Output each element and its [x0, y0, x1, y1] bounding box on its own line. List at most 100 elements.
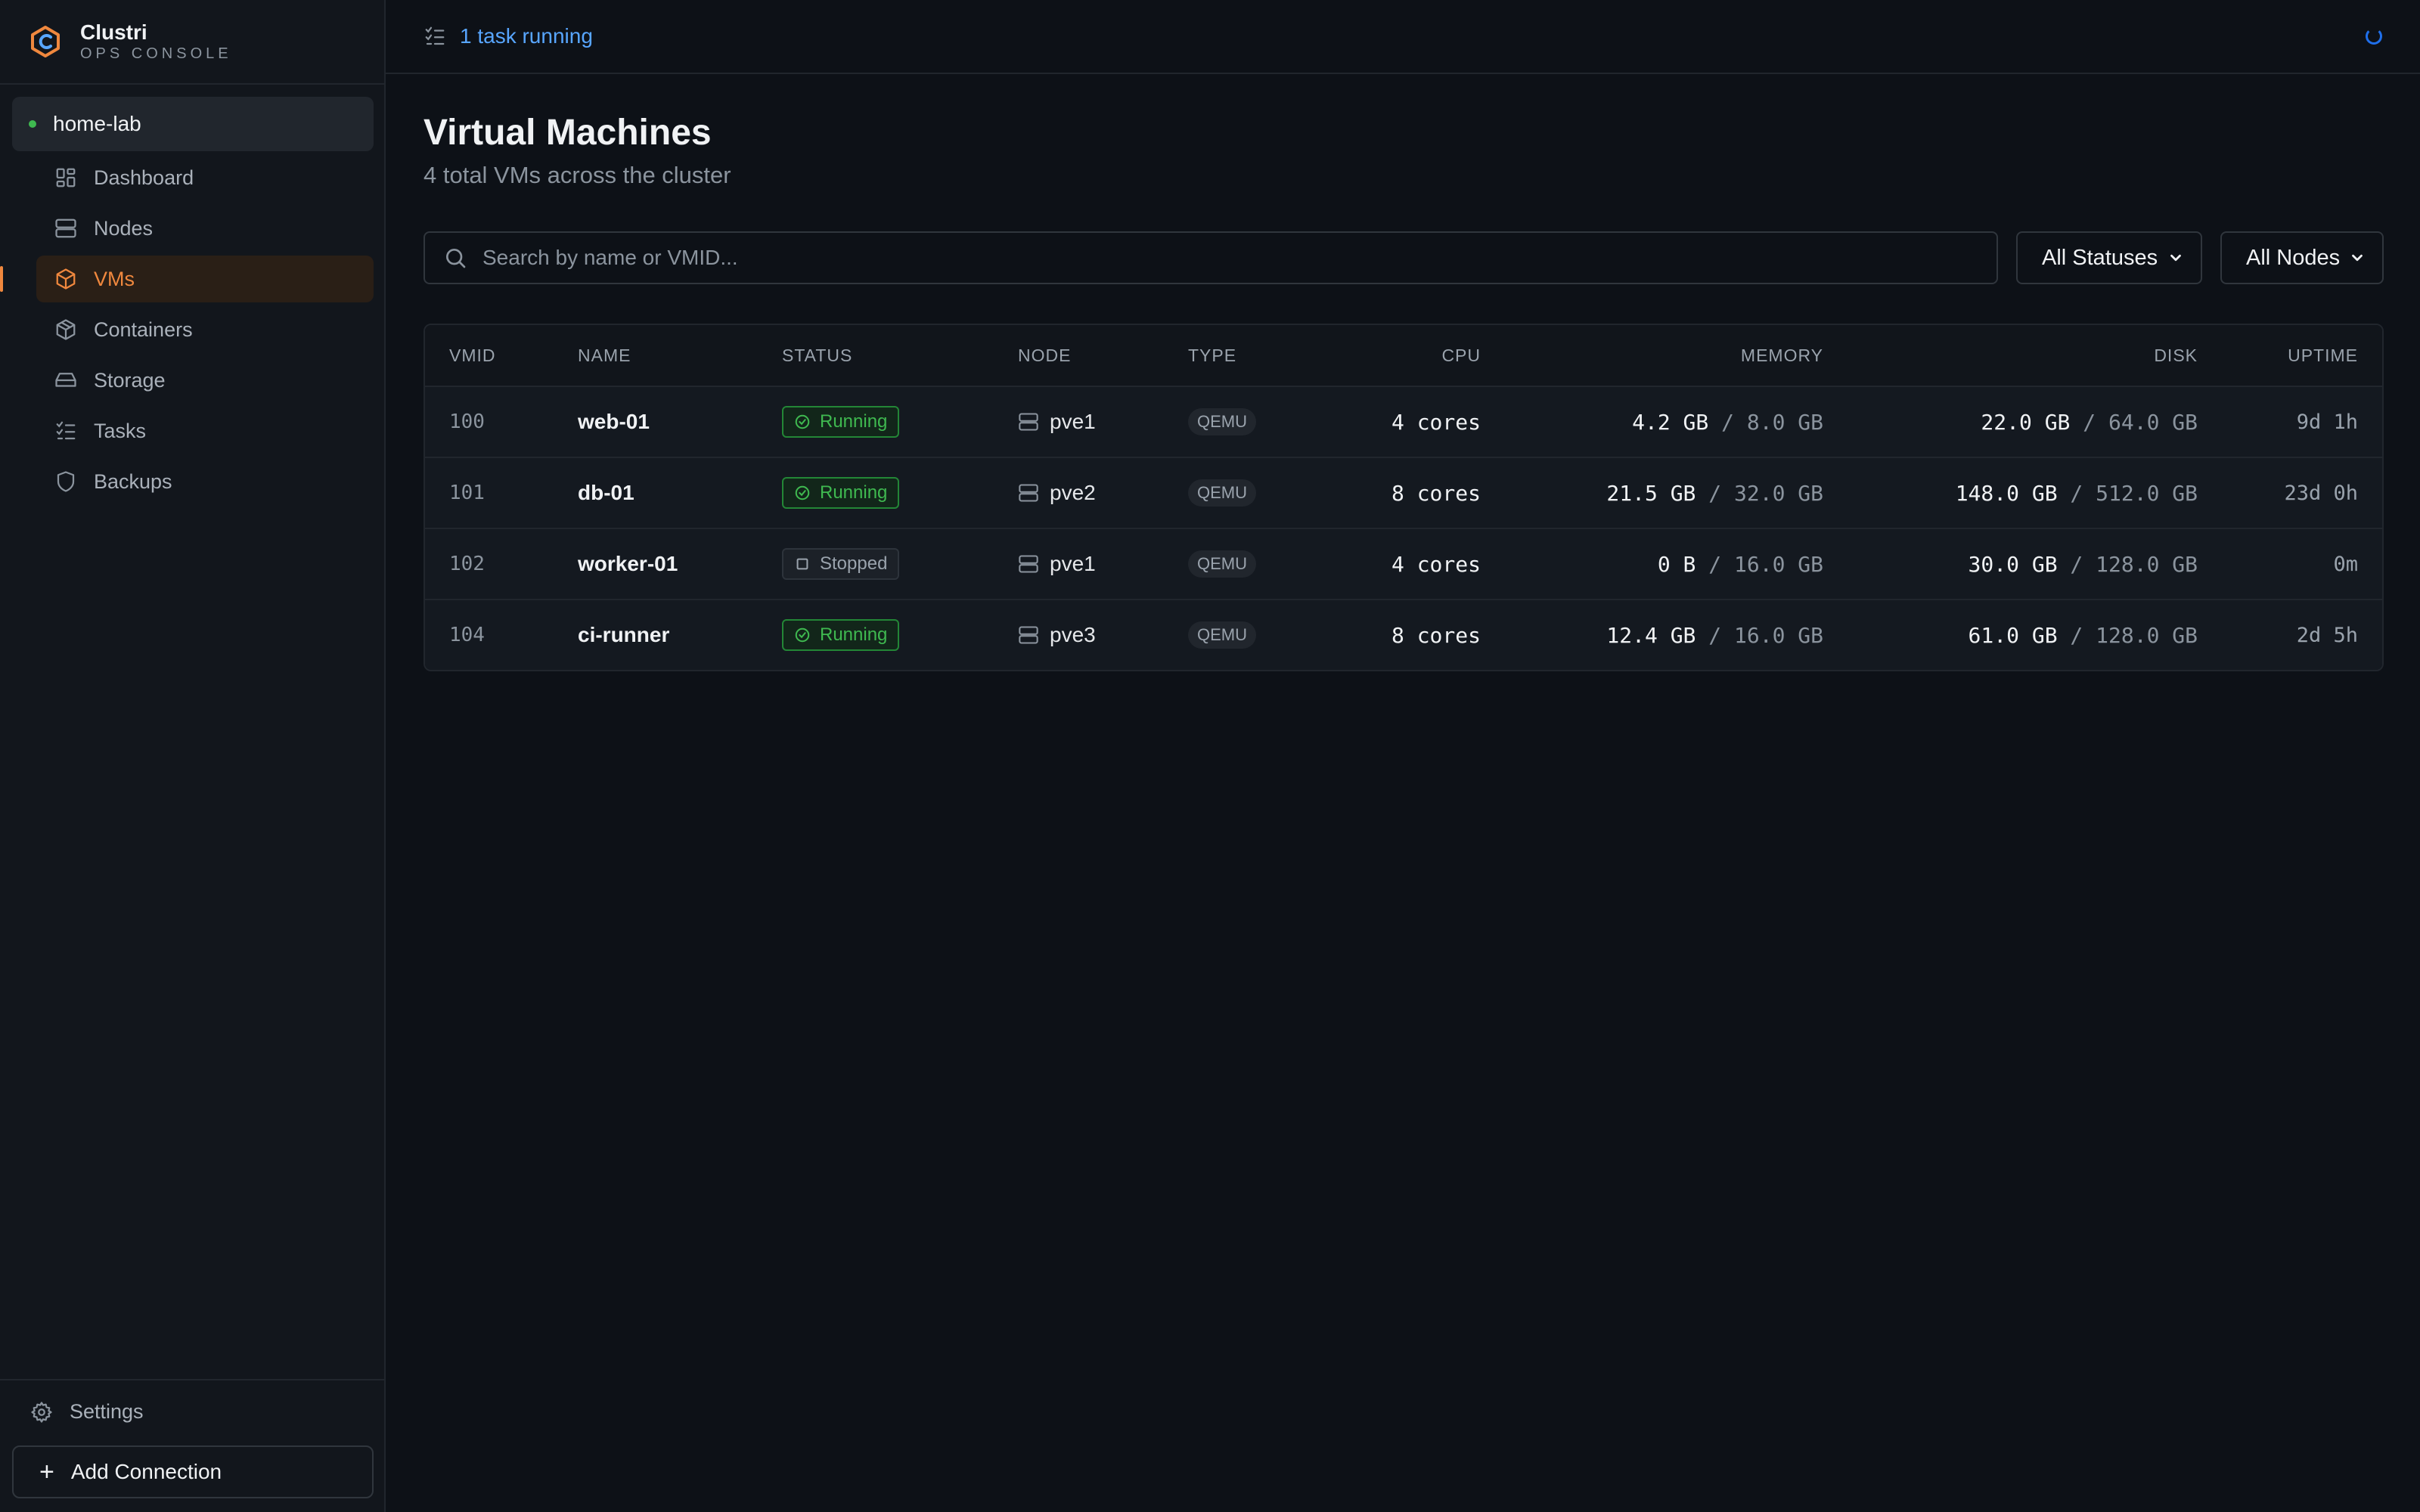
- column-header-type[interactable]: TYPE: [1188, 325, 1236, 386]
- running-tasks-label: 1 task running: [460, 24, 593, 48]
- vm-name-cell[interactable]: web-01: [578, 387, 650, 457]
- add-connection-button[interactable]: + Add Connection: [12, 1445, 374, 1498]
- disk-used: 148.0 GB: [1955, 480, 2058, 506]
- column-header-cpu[interactable]: CPU: [1317, 325, 1481, 386]
- column-header-status[interactable]: STATUS: [782, 325, 852, 386]
- column-header-disk[interactable]: DISK: [1907, 325, 2198, 386]
- memory-total: / 16.0 GB: [1708, 622, 1823, 648]
- status-label: Stopped: [820, 553, 888, 574]
- disk-cell: 148.0 GB / 512.0 GB: [1907, 458, 2198, 528]
- sidebar-item-label: Storage: [94, 368, 166, 392]
- column-header-vmid[interactable]: VMID: [449, 325, 496, 386]
- sidebar: Clustri OPS CONSOLE home-lab Dashboard N…: [0, 0, 386, 1512]
- list-checks-icon: [56, 421, 76, 440]
- sidebar-item-dashboard[interactable]: Dashboard: [36, 154, 374, 201]
- connection-status-dot: [29, 120, 36, 128]
- vm-table: VMID NAME STATUS NODE TYPE CPU MEMORY DI…: [424, 324, 2384, 671]
- vm-name-cell[interactable]: ci-runner: [578, 600, 669, 670]
- status-filter-value: All Statuses: [2042, 245, 2158, 270]
- uptime-cell: 2d 5h: [2296, 623, 2358, 647]
- memory-cell: 12.4 GB / 16.0 GB: [1559, 600, 1823, 670]
- search-input[interactable]: [482, 246, 1996, 270]
- clustri-logo: [31, 26, 60, 57]
- disk-used: 61.0 GB: [1968, 622, 2058, 648]
- type-badge: QEMU: [1188, 479, 1256, 507]
- uptime-cell: 9d 1h: [2296, 410, 2358, 434]
- shield-icon: [57, 471, 75, 492]
- table-row[interactable]: 104 ci-runner Running pve3 QEMU 8 cores …: [425, 599, 2382, 670]
- hard-drive-icon: [55, 373, 76, 387]
- connection-selector[interactable]: home-lab: [12, 97, 374, 151]
- vmid-cell: 104: [449, 624, 485, 646]
- status-cell: Running: [782, 387, 900, 457]
- disk-cell: 61.0 GB / 128.0 GB: [1907, 600, 2198, 670]
- vm-name-cell[interactable]: db-01: [578, 458, 634, 528]
- table-header-row: VMID NAME STATUS NODE TYPE CPU MEMORY DI…: [425, 325, 2382, 386]
- status-cell: Stopped: [782, 529, 900, 599]
- sidebar-item-backups[interactable]: Backups: [36, 458, 374, 505]
- memory-used: 21.5 GB: [1606, 480, 1696, 506]
- type-cell: QEMU: [1188, 529, 1256, 599]
- page-title: Virtual Machines: [424, 113, 712, 153]
- table-row[interactable]: 101 db-01 Running pve2 QEMU 8 cores 21.5…: [425, 457, 2382, 528]
- status-label: Running: [820, 482, 888, 503]
- node-cell: pve3: [1018, 600, 1096, 670]
- list-checks-icon: [425, 26, 445, 45]
- node-cell: pve2: [1018, 458, 1096, 528]
- sidebar-item-label: Nodes: [94, 216, 154, 240]
- column-header-memory[interactable]: MEMORY: [1559, 325, 1823, 386]
- server-icon: [1019, 484, 1038, 502]
- type-badge: QEMU: [1188, 408, 1256, 435]
- node-label: pve1: [1050, 410, 1096, 433]
- disk-total: / 512.0 GB: [2070, 480, 2198, 506]
- sidebar-item-storage[interactable]: Storage: [36, 357, 374, 404]
- column-header-name[interactable]: NAME: [578, 325, 631, 386]
- status-cell: Running: [782, 600, 900, 670]
- type-cell: QEMU: [1188, 600, 1256, 670]
- node-cell: pve1: [1018, 387, 1096, 457]
- disk-total: / 64.0 GB: [2083, 409, 2198, 435]
- type-cell: QEMU: [1188, 458, 1256, 528]
- node-cell: pve1: [1018, 529, 1096, 599]
- memory-cell: 4.2 GB / 8.0 GB: [1559, 387, 1823, 457]
- disk-total: / 128.0 GB: [2070, 622, 2198, 648]
- table-row[interactable]: 100 web-01 Running pve1 QEMU 4 cores 4.2…: [425, 386, 2382, 457]
- node-filter-select[interactable]: All Nodes: [2220, 231, 2384, 284]
- column-header-uptime[interactable]: UPTIME: [2240, 325, 2358, 386]
- disk-cell: 30.0 GB / 128.0 GB: [1907, 529, 2198, 599]
- sidebar-nav: Dashboard Nodes VMs Containers Storage T…: [0, 154, 374, 509]
- dashboard-icon: [56, 168, 76, 187]
- sidebar-item-label: Tasks: [94, 419, 147, 442]
- memory-total: / 32.0 GB: [1708, 480, 1823, 506]
- sidebar-item-vms[interactable]: VMs: [0, 256, 374, 302]
- vmid-cell: 101: [449, 482, 485, 504]
- add-connection-label: Add Connection: [70, 1460, 222, 1483]
- memory-total: / 8.0 GB: [1721, 409, 1823, 435]
- settings-link[interactable]: Settings: [30, 1400, 144, 1424]
- status-filter-select[interactable]: All Statuses: [2016, 231, 2202, 284]
- node-label: pve1: [1050, 552, 1096, 575]
- disk-used: 30.0 GB: [1968, 551, 2058, 577]
- cpu-cell: 4 cores: [1391, 409, 1481, 435]
- brand: Clustri OPS CONSOLE: [0, 0, 384, 85]
- vmid-cell: 102: [449, 553, 485, 575]
- square-icon: [796, 558, 808, 570]
- status-label: Running: [820, 624, 888, 645]
- sidebar-item-label: Containers: [94, 318, 193, 341]
- connection-name: home-lab: [53, 112, 141, 135]
- vmid-cell: 100: [449, 411, 485, 433]
- cpu-cell: 8 cores: [1391, 622, 1481, 648]
- sidebar-item-tasks[interactable]: Tasks: [36, 407, 374, 454]
- sidebar-item-containers[interactable]: Containers: [36, 306, 374, 353]
- running-tasks-link[interactable]: 1 task running: [424, 24, 593, 48]
- column-header-node[interactable]: NODE: [1018, 325, 1071, 386]
- vm-name-cell[interactable]: worker-01: [578, 529, 678, 599]
- server-icon: [1019, 555, 1038, 573]
- memory-cell: 21.5 GB / 32.0 GB: [1559, 458, 1823, 528]
- table-row[interactable]: 102 worker-01 Stopped pve1 QEMU 4 cores …: [425, 528, 2382, 599]
- plus-icon: +: [39, 1458, 54, 1486]
- status-badge: Running: [782, 477, 900, 509]
- chevron-down-icon: [2170, 254, 2181, 262]
- memory-used: 4.2 GB: [1632, 409, 1709, 435]
- sidebar-item-nodes[interactable]: Nodes: [36, 205, 374, 252]
